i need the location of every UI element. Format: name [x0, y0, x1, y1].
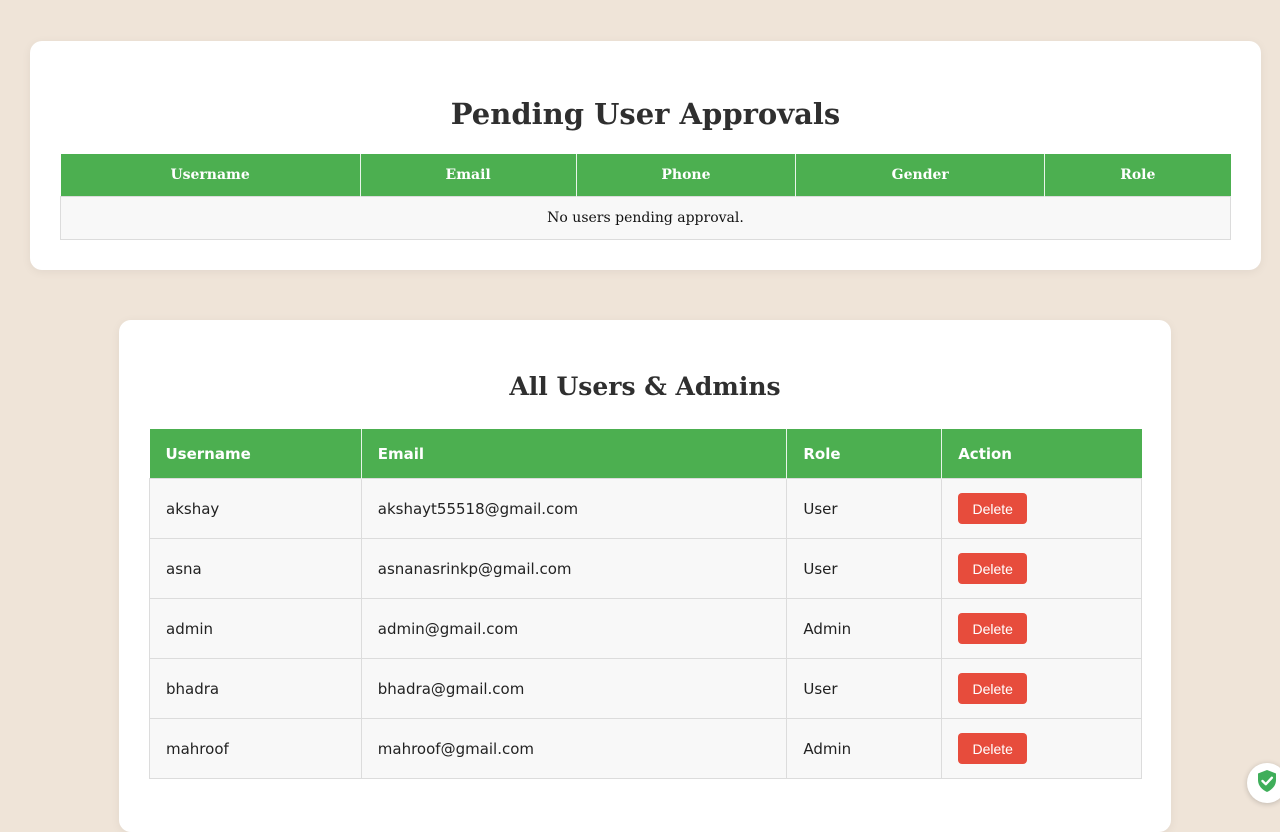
email-cell: mahroof@gmail.com [360, 718, 788, 779]
role-cell: Admin [786, 718, 943, 779]
role-cell: User [786, 478, 943, 539]
action-cell: Delete [941, 538, 1142, 599]
pending-approvals-table: Username Email Phone Gender Role No user… [60, 154, 1231, 240]
username-cell: mahroof [149, 718, 362, 779]
table-row: bhadra bhadra@gmail.com User Delete [149, 658, 1142, 719]
delete-button[interactable]: Delete [958, 733, 1028, 764]
username-cell: admin [149, 598, 362, 659]
action-cell: Delete [941, 658, 1142, 719]
column-header-role: Role [786, 429, 943, 479]
table-row: asna asnanasrinkp@gmail.com User Delete [149, 538, 1142, 599]
email-cell: bhadra@gmail.com [360, 658, 788, 719]
column-header-email: Email [361, 429, 788, 479]
shield-badge[interactable] [1247, 763, 1280, 803]
column-header-action: Action [941, 429, 1142, 479]
column-header-username: Username [60, 154, 361, 197]
role-cell: User [786, 658, 943, 719]
username-cell: asna [149, 538, 362, 599]
action-cell: Delete [941, 478, 1142, 539]
username-cell: akshay [149, 478, 362, 539]
empty-message: No users pending approval. [60, 196, 1231, 240]
users-header-row: Username Email Role Action [149, 429, 1142, 479]
pending-approvals-card: Pending User Approvals Username Email Ph… [30, 41, 1261, 270]
pending-header-row: Username Email Phone Gender Role [60, 154, 1231, 197]
table-row: mahroof mahroof@gmail.com Admin Delete [149, 718, 1142, 779]
column-header-username: Username [149, 429, 362, 479]
delete-button[interactable]: Delete [958, 673, 1028, 704]
email-cell: akshayt55518@gmail.com [360, 478, 788, 539]
email-cell: admin@gmail.com [360, 598, 788, 659]
column-header-phone: Phone [576, 154, 797, 197]
table-row: admin admin@gmail.com Admin Delete [149, 598, 1142, 659]
delete-button[interactable]: Delete [958, 553, 1028, 584]
users-table: Username Email Role Action akshay akshay… [149, 429, 1142, 779]
role-cell: Admin [786, 598, 943, 659]
email-cell: asnanasrinkp@gmail.com [360, 538, 788, 599]
delete-button[interactable]: Delete [958, 613, 1028, 644]
all-users-card: All Users & Admins Username Email Role A… [119, 320, 1171, 832]
column-header-email: Email [360, 154, 577, 197]
table-row: akshay akshayt55518@gmail.com User Delet… [149, 478, 1142, 539]
shield-check-icon [1256, 769, 1278, 797]
delete-button[interactable]: Delete [958, 493, 1028, 524]
all-users-title: All Users & Admins [509, 372, 781, 401]
column-header-role: Role [1044, 154, 1231, 197]
empty-row: No users pending approval. [60, 196, 1231, 240]
username-cell: bhadra [149, 658, 362, 719]
role-cell: User [786, 538, 943, 599]
column-header-gender: Gender [795, 154, 1046, 197]
action-cell: Delete [941, 598, 1142, 659]
action-cell: Delete [941, 718, 1142, 779]
pending-approvals-title: Pending User Approvals [450, 97, 841, 131]
